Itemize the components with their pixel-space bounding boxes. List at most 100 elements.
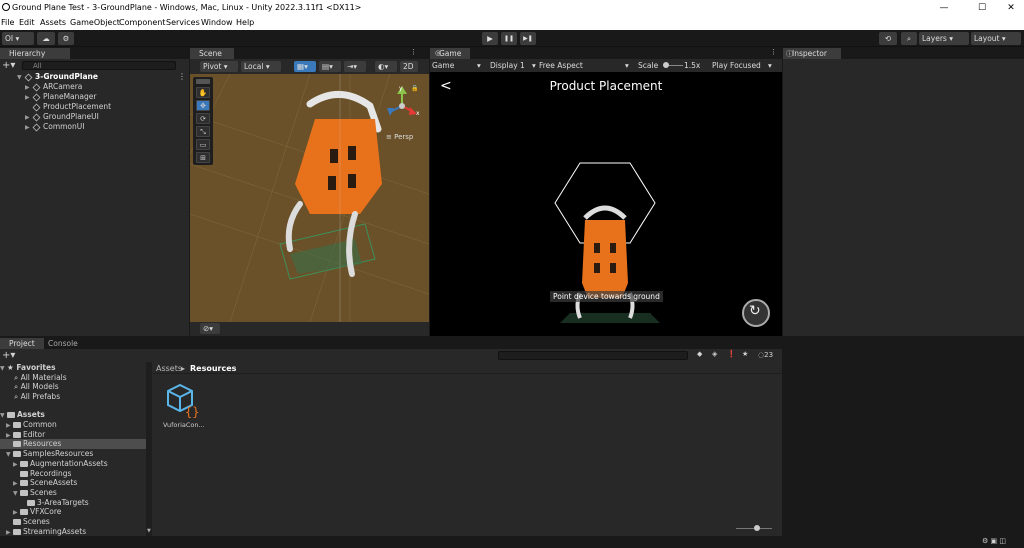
- close-button[interactable]: ✕: [1004, 1, 1018, 15]
- asset-folder-item[interactable]: Recordings: [0, 469, 146, 479]
- scene-root-label[interactable]: 3-GroundPlane: [35, 72, 98, 81]
- pause-button[interactable]: ❚❚: [501, 32, 517, 45]
- chevron-right-icon[interactable]: ▶: [25, 94, 30, 101]
- asset-folder-item[interactable]: ▼ Scenes: [0, 488, 146, 498]
- projection-label[interactable]: ≡ Persp: [386, 133, 413, 141]
- menu-help[interactable]: Help: [236, 18, 254, 27]
- chevron-right-icon[interactable]: ▶: [13, 480, 18, 487]
- play-button[interactable]: ▶: [482, 32, 498, 45]
- favorite-star-icon[interactable]: ★: [742, 350, 748, 358]
- hierarchy-search-input[interactable]: All: [22, 61, 176, 70]
- chevron-down-icon[interactable]: ▼: [13, 490, 18, 497]
- scene-menu-icon[interactable]: ⋮: [178, 72, 186, 81]
- asset-folder-item[interactable]: 3-AreaTargets: [0, 498, 146, 508]
- chevron-down-icon[interactable]: ▼: [17, 74, 22, 81]
- local-dropdown[interactable]: Local ▾: [241, 61, 281, 72]
- chevron-right-icon[interactable]: ▶: [13, 509, 18, 516]
- asset-folder-item[interactable]: ▼ SamplesResources: [0, 449, 146, 459]
- filter-label-icon[interactable]: ◈: [712, 350, 717, 358]
- asset-folder-item[interactable]: ▶ AugmentationAssets: [0, 459, 146, 469]
- asset-folder-item[interactable]: ▶ Common: [0, 420, 146, 430]
- chevron-down-icon[interactable]: ▼: [0, 365, 5, 372]
- rotate-tool-icon[interactable]: ⟳: [196, 113, 210, 124]
- menu-file[interactable]: File: [1, 18, 14, 27]
- asset-folder-item[interactable]: ▶ StreamingAssets: [0, 527, 146, 536]
- account-dropdown[interactable]: OI ▾: [2, 32, 34, 45]
- chevron-right-icon[interactable]: ▶: [25, 84, 30, 91]
- collab-icon[interactable]: ⚙: [58, 32, 74, 45]
- more-icon[interactable]: ⋮: [770, 48, 777, 56]
- tree-scrollbar[interactable]: [146, 362, 152, 536]
- overlay-menu-icon[interactable]: ⊘▾: [200, 323, 220, 334]
- asset-folder-item[interactable]: Scenes: [0, 517, 146, 527]
- minimize-button[interactable]: —: [937, 1, 951, 15]
- scale-slider-thumb[interactable]: [663, 62, 669, 68]
- favorite-item[interactable]: ⌕ All Models: [14, 382, 59, 392]
- layout-dropdown[interactable]: Layout ▾: [971, 32, 1021, 45]
- reset-session-button[interactable]: ↻: [742, 299, 770, 327]
- add-asset-icon[interactable]: +▾: [2, 350, 15, 361]
- drag-handle[interactable]: [196, 79, 210, 84]
- move-tool-icon[interactable]: ✥: [196, 100, 210, 111]
- step-button[interactable]: ▶❚: [520, 32, 536, 45]
- chevron-right-icon[interactable]: ▶: [6, 432, 11, 439]
- breadcrumb-assets[interactable]: Assets: [156, 364, 182, 373]
- menu-services[interactable]: Services: [166, 18, 200, 27]
- transform-tool-icon[interactable]: ⊞: [196, 152, 210, 163]
- tab-project[interactable]: Project: [0, 338, 44, 349]
- chevron-right-icon[interactable]: ▶: [13, 461, 18, 468]
- menu-assets[interactable]: Assets: [40, 18, 66, 27]
- chevron-down-icon[interactable]: ▼: [0, 412, 5, 419]
- menu-edit[interactable]: Edit: [19, 18, 35, 27]
- log-icon[interactable]: ❗: [727, 350, 736, 358]
- game-mode-dropdown[interactable]: Game ▾: [432, 60, 481, 71]
- cloud-icon[interactable]: ☁: [37, 32, 55, 45]
- tab-console[interactable]: Console: [48, 338, 78, 349]
- asset-folder-item[interactable]: Resources: [0, 439, 146, 450]
- aspect-dropdown[interactable]: Free Aspect ▾: [539, 60, 629, 71]
- align-icon[interactable]: ⇥▾: [344, 61, 366, 72]
- asset-folder-item[interactable]: ▶ VFXCore: [0, 507, 146, 517]
- rect-tool-icon[interactable]: ▭: [196, 139, 210, 150]
- filter-type-icon[interactable]: ◆: [697, 350, 702, 358]
- lock-icon[interactable]: 🔒: [411, 85, 418, 92]
- asset-folder-item[interactable]: ▶ Editor: [0, 430, 146, 440]
- asset-tile[interactable]: {} VuforiaCon...: [160, 382, 206, 432]
- chevron-right-icon[interactable]: ▶: [6, 529, 11, 536]
- hidden-packages-count[interactable]: ◌23: [758, 351, 773, 359]
- tab-scene[interactable]: Scene: [190, 48, 234, 59]
- scale-tool-icon[interactable]: ⤡: [196, 126, 210, 137]
- grid-snap-icon[interactable]: ▦▾: [294, 61, 316, 72]
- favorite-item[interactable]: ⌕ All Prefabs: [14, 392, 60, 402]
- chevron-right-icon[interactable]: ▶: [6, 422, 11, 429]
- chevron-right-icon[interactable]: ▶: [25, 114, 30, 121]
- tab-hierarchy[interactable]: Hierarchy: [0, 48, 70, 59]
- asset-folder-item[interactable]: ▶ SceneAssets: [0, 478, 146, 488]
- menu-component[interactable]: Component: [119, 18, 165, 27]
- hand-tool-icon[interactable]: ✋: [196, 87, 210, 98]
- search-icon[interactable]: ⌕: [901, 32, 917, 45]
- assets-root-label[interactable]: Assets: [17, 410, 45, 419]
- add-icon[interactable]: +▾: [2, 60, 15, 71]
- status-icons[interactable]: ⚙ ▣ ◫: [982, 537, 1006, 545]
- project-search-input[interactable]: [498, 351, 688, 360]
- scroll-down-icon[interactable]: ▼: [147, 528, 151, 534]
- toggle-2d-button[interactable]: 2D: [400, 61, 418, 72]
- more-icon[interactable]: ⋮: [410, 48, 417, 56]
- play-focused-dropdown[interactable]: Play Focused ▾: [712, 60, 772, 71]
- breadcrumb-resources[interactable]: Resources: [190, 364, 236, 373]
- history-icon[interactable]: ⟲: [879, 32, 897, 45]
- menu-gameobject[interactable]: GameObject: [70, 18, 120, 27]
- menu-window[interactable]: Window: [201, 18, 233, 27]
- shading-mode-icon[interactable]: ◐▾: [375, 61, 397, 72]
- display-dropdown[interactable]: Display 1 ▾: [490, 60, 536, 71]
- chevron-right-icon[interactable]: ▶: [25, 124, 30, 131]
- snap-increment-icon[interactable]: ▤▾: [319, 61, 341, 72]
- chevron-down-icon[interactable]: ▼: [6, 451, 11, 458]
- pivot-dropdown[interactable]: Pivot ▾: [200, 61, 238, 72]
- orientation-gizmo[interactable]: y x: [385, 85, 420, 126]
- favorites-label[interactable]: ★ Favorites: [7, 363, 56, 372]
- layers-dropdown[interactable]: Layers ▾: [919, 32, 969, 45]
- maximize-button[interactable]: ☐: [975, 1, 989, 15]
- icon-size-slider-thumb[interactable]: [754, 525, 760, 531]
